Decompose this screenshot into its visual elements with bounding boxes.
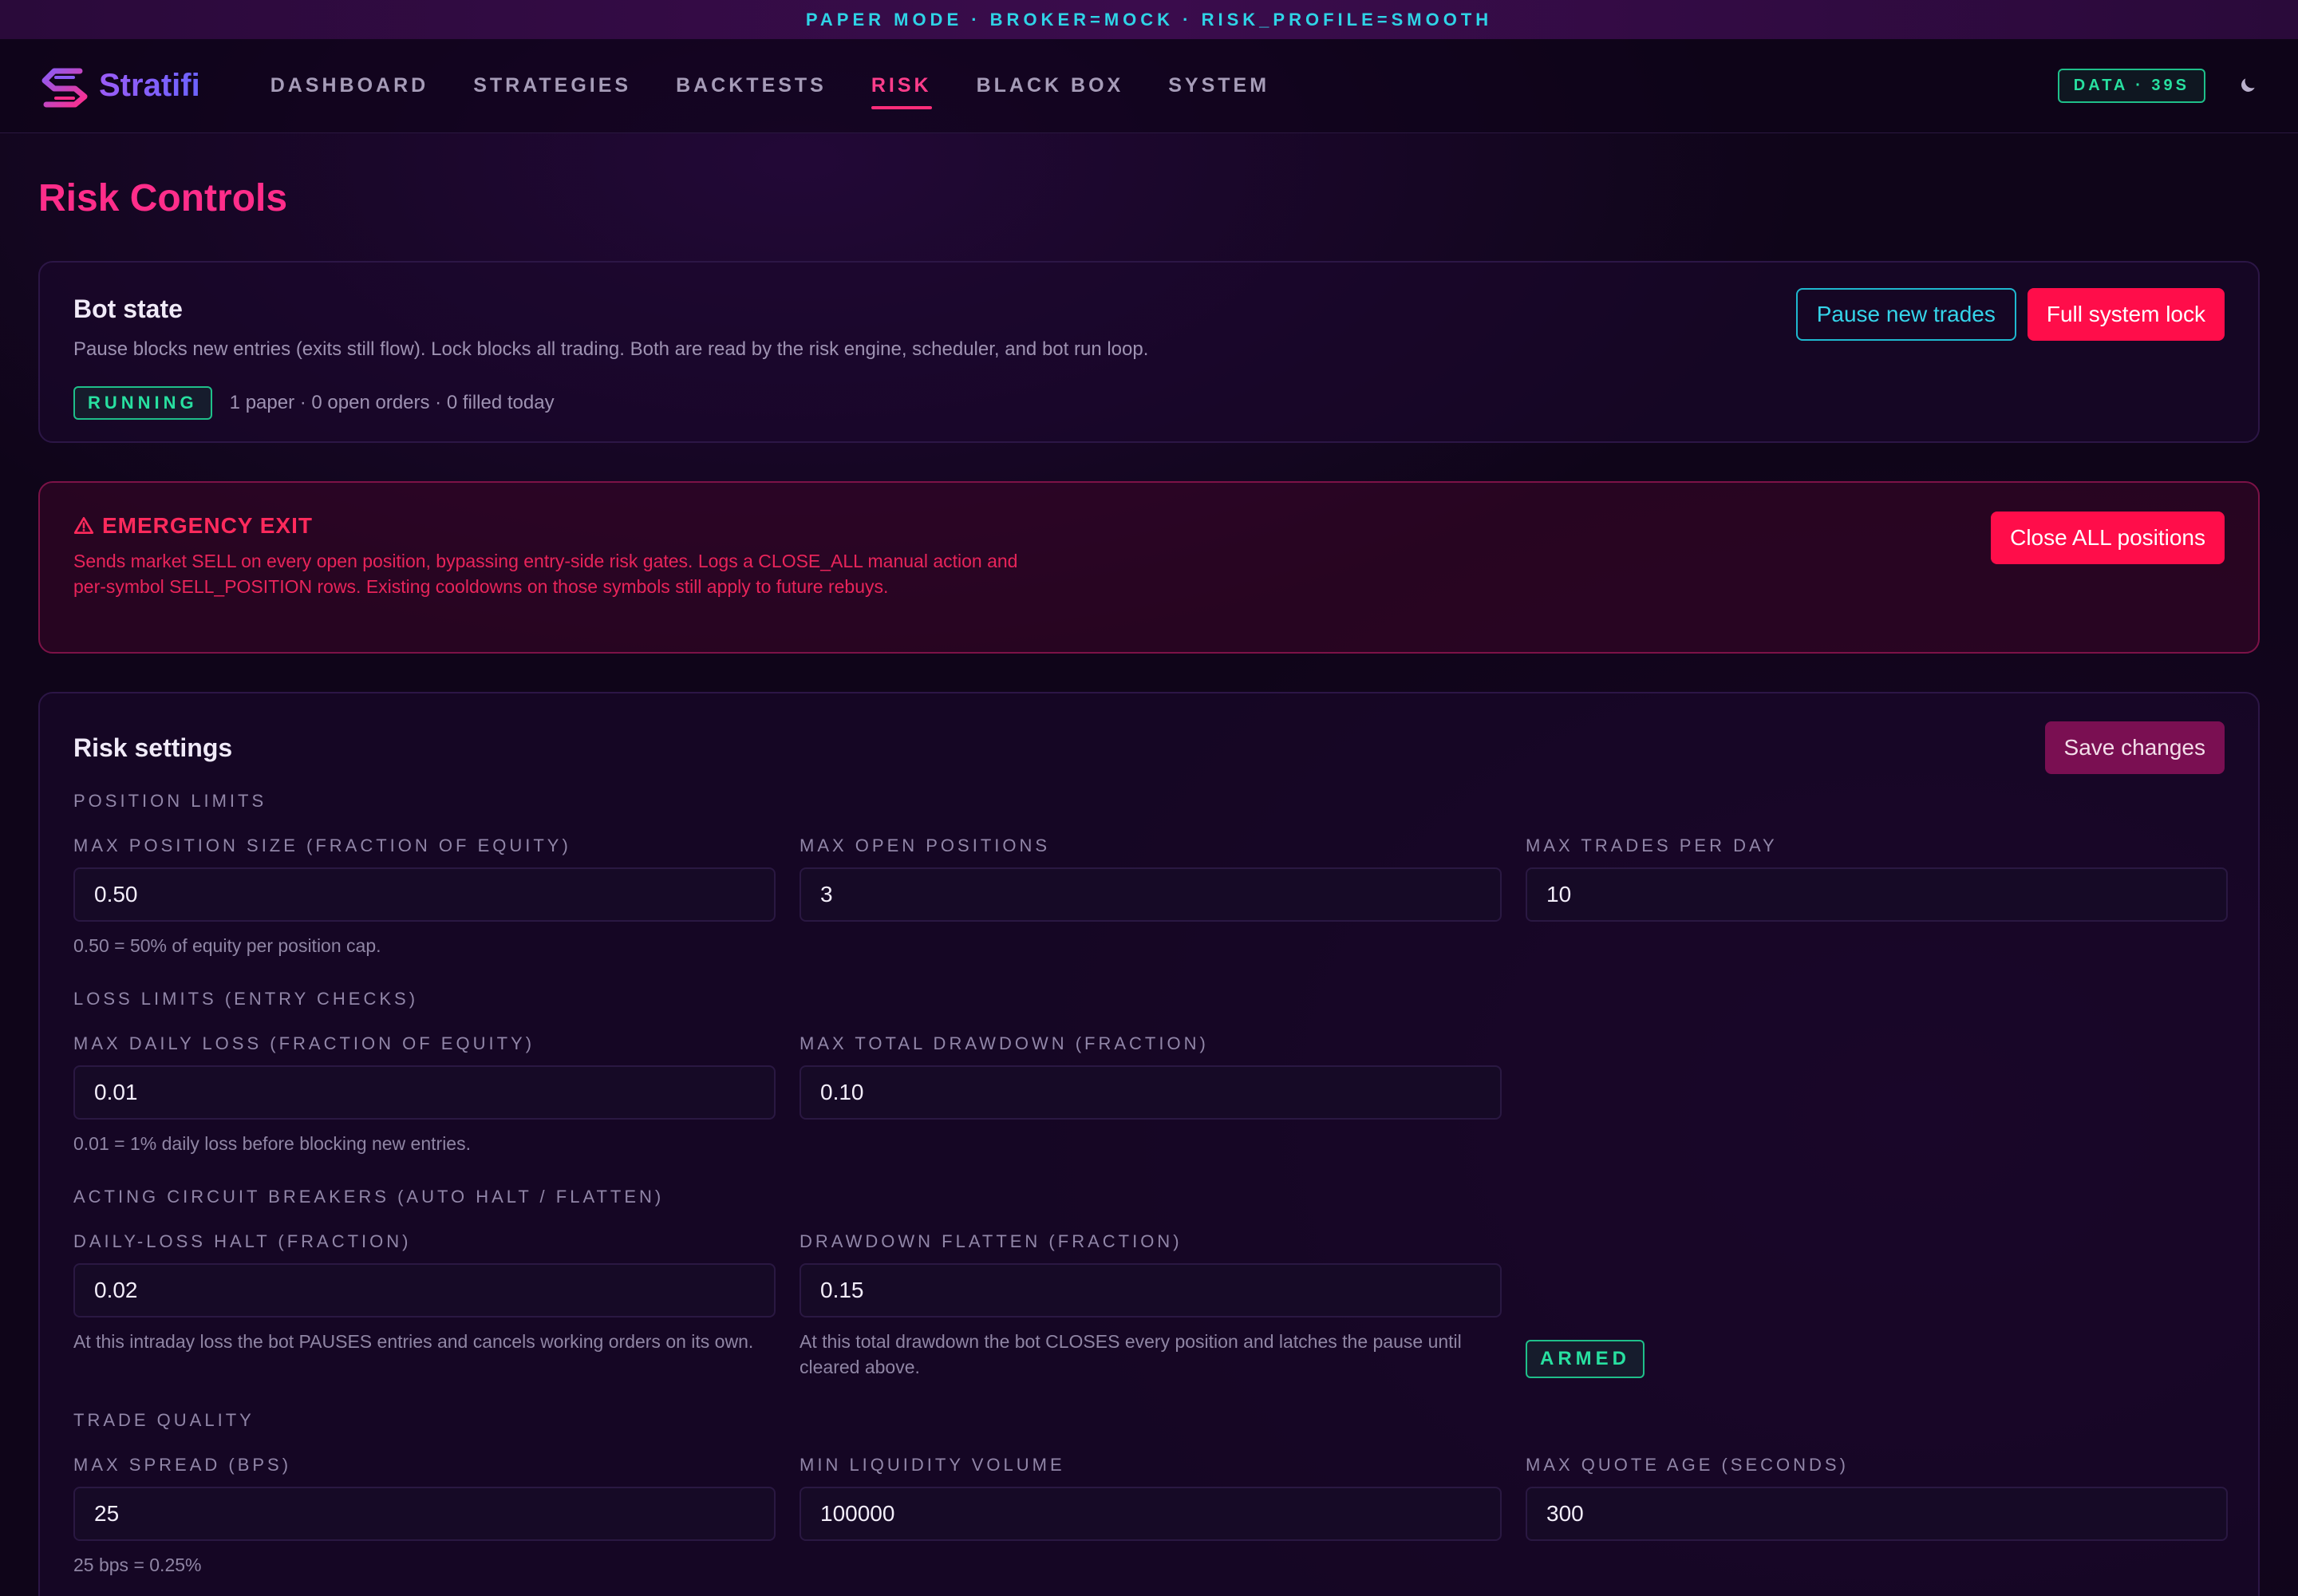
min-liquidity-input[interactable]: 100000 xyxy=(800,1487,1502,1541)
field-hint: 25 bps = 0.25% xyxy=(73,1555,202,1575)
section-circuit-breakers: ACTING CIRCUIT BREAKERS (AUTO HALT / FLA… xyxy=(73,1187,665,1207)
nav-dashboard[interactable]: DASHBOARD xyxy=(270,39,429,132)
stratifi-logo-icon xyxy=(41,68,88,107)
max-trades-per-day-input[interactable]: 10 xyxy=(1526,867,2228,922)
max-open-positions-input[interactable]: 3 xyxy=(800,867,1502,922)
field-hint: At this intraday loss the bot PAUSES ent… xyxy=(73,1331,754,1352)
full-system-lock-button[interactable]: Full system lock xyxy=(2027,288,2225,341)
max-spread-input[interactable]: 25 xyxy=(73,1487,776,1541)
field-label: MAX TOTAL DRAWDOWN (FRACTION) xyxy=(800,1033,1209,1053)
bot-status-badge: RUNNING xyxy=(73,386,212,420)
nav-strategies[interactable]: STRATEGIES xyxy=(473,39,631,132)
emergency-exit-description: Sends market SELL on every open position… xyxy=(73,551,1018,597)
field-label: DAILY-LOSS HALT (FRACTION) xyxy=(73,1231,412,1251)
field-hint: At this total drawdown the bot CLOSES ev… xyxy=(800,1331,1462,1377)
paper-mode-banner: PAPER MODE · BROKER=MOCK · RISK_PROFILE=… xyxy=(0,0,2298,39)
max-position-size-input[interactable]: 0.50 xyxy=(73,867,776,922)
field-label: MAX QUOTE AGE (SECONDS) xyxy=(1526,1455,1849,1475)
daily-loss-halt-input[interactable]: 0.02 xyxy=(73,1263,776,1317)
section-trade-quality: TRADE QUALITY xyxy=(73,1410,255,1430)
field-label: MAX POSITION SIZE (FRACTION OF EQUITY) xyxy=(73,836,571,855)
field-max-quote-age: MAX QUOTE AGE (SECONDS) 300 xyxy=(1526,1455,2228,1578)
field-max-open-positions: MAX OPEN POSITIONS 3 xyxy=(800,836,1502,958)
field-min-liquidity: MIN LIQUIDITY VOLUME 100000 xyxy=(800,1455,1502,1578)
risk-settings-card: Risk settings Save changes POSITION LIMI… xyxy=(38,692,2260,1596)
nav-links: DASHBOARD STRATEGIES BACKTESTS RISK BLAC… xyxy=(270,39,1314,132)
bot-state-description: Pause blocks new entries (exits still fl… xyxy=(73,338,1149,360)
field-daily-loss-halt: DAILY-LOSS HALT (FRACTION) 0.02 At this … xyxy=(73,1231,776,1380)
section-position-limits: POSITION LIMITS xyxy=(73,791,267,811)
bot-status-detail: 1 paper · 0 open orders · 0 filled today xyxy=(229,392,555,413)
risk-settings-title: Risk settings xyxy=(73,733,233,762)
save-changes-button[interactable]: Save changes xyxy=(2044,721,2225,774)
moon-icon[interactable] xyxy=(2237,75,2260,97)
drawdown-flatten-input[interactable]: 0.15 xyxy=(800,1263,1502,1317)
app-logo[interactable]: Stratifi xyxy=(38,63,200,109)
field-drawdown-flatten: DRAWDOWN FLATTEN (FRACTION) 0.15 At this… xyxy=(800,1231,1502,1380)
app-name: Stratifi xyxy=(99,68,200,103)
bot-state-card: Bot state Pause blocks new entries (exit… xyxy=(38,261,2260,443)
max-quote-age-input[interactable]: 300 xyxy=(1526,1487,2228,1541)
field-label: DRAWDOWN FLATTEN (FRACTION) xyxy=(800,1231,1183,1251)
field-label: MAX SPREAD (BPS) xyxy=(73,1455,292,1475)
nav-backtests[interactable]: BACKTESTS xyxy=(676,39,827,132)
field-max-trades-per-day: MAX TRADES PER DAY 10 xyxy=(1526,836,2228,958)
page-title: Risk Controls xyxy=(38,177,288,219)
nav-black-box[interactable]: BLACK BOX xyxy=(977,39,1124,132)
max-total-drawdown-input[interactable]: 0.10 xyxy=(800,1065,1502,1120)
field-max-spread: MAX SPREAD (BPS) 25 25 bps = 0.25% xyxy=(73,1455,776,1578)
field-hint: 0.01 = 1% daily loss before blocking new… xyxy=(73,1133,471,1154)
emergency-exit-heading: EMERGENCY EXIT xyxy=(73,513,2225,539)
pause-new-trades-button[interactable]: Pause new trades xyxy=(1795,288,2016,341)
nav-risk[interactable]: RISK xyxy=(871,39,932,132)
data-freshness-badge: DATA · 39S xyxy=(2057,69,2205,103)
circuit-breaker-status-badge: ARMED xyxy=(1526,1340,1645,1378)
field-label: MAX DAILY LOSS (FRACTION OF EQUITY) xyxy=(73,1033,535,1053)
field-label: MAX TRADES PER DAY xyxy=(1526,836,1778,855)
close-all-positions-button[interactable]: Close ALL positions xyxy=(1991,512,2225,564)
field-max-total-drawdown: MAX TOTAL DRAWDOWN (FRACTION) 0.10 xyxy=(800,1033,1502,1156)
field-hint: 0.50 = 50% of equity per position cap. xyxy=(73,935,381,956)
section-loss-limits: LOSS LIMITS (ENTRY CHECKS) xyxy=(73,989,419,1009)
field-max-daily-loss: MAX DAILY LOSS (FRACTION OF EQUITY) 0.01… xyxy=(73,1033,776,1156)
field-max-position-size: MAX POSITION SIZE (FRACTION OF EQUITY) 0… xyxy=(73,836,776,958)
nav-system[interactable]: SYSTEM xyxy=(1168,39,1269,132)
field-label: MIN LIQUIDITY VOLUME xyxy=(800,1455,1065,1475)
warning-icon xyxy=(73,516,94,534)
max-daily-loss-input[interactable]: 0.01 xyxy=(73,1065,776,1120)
top-navigation: Stratifi DASHBOARD STRATEGIES BACKTESTS … xyxy=(0,39,2298,133)
emergency-exit-card: EMERGENCY EXIT Sends market SELL on ever… xyxy=(38,481,2260,654)
emergency-exit-title: EMERGENCY EXIT xyxy=(102,513,313,538)
field-label: MAX OPEN POSITIONS xyxy=(800,836,1051,855)
